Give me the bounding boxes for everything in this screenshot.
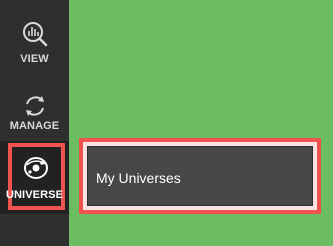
- flyout-item-label: My Universes: [96, 170, 181, 186]
- sidebar: VIEW MANAGE UNIVERSE: [0, 0, 69, 246]
- sidebar-item-manage[interactable]: MANAGE: [0, 88, 69, 148]
- sidebar-item-label: MANAGE: [9, 120, 60, 132]
- sidebar-item-view[interactable]: VIEW: [0, 10, 69, 70]
- sidebar-item-label: VIEW: [20, 53, 49, 65]
- app-frame: VIEW MANAGE UNIVERSE My Universes: [0, 0, 333, 246]
- flyout-menu-item-my-universes[interactable]: My Universes: [87, 146, 313, 206]
- sidebar-item-label: UNIVERSE: [5, 189, 64, 201]
- manage-icon: [21, 92, 49, 120]
- universe-flyout: My Universes: [79, 138, 321, 214]
- view-icon: [21, 20, 49, 48]
- universe-icon: [22, 154, 50, 182]
- sidebar-item-universe[interactable]: UNIVERSE: [0, 141, 69, 214]
